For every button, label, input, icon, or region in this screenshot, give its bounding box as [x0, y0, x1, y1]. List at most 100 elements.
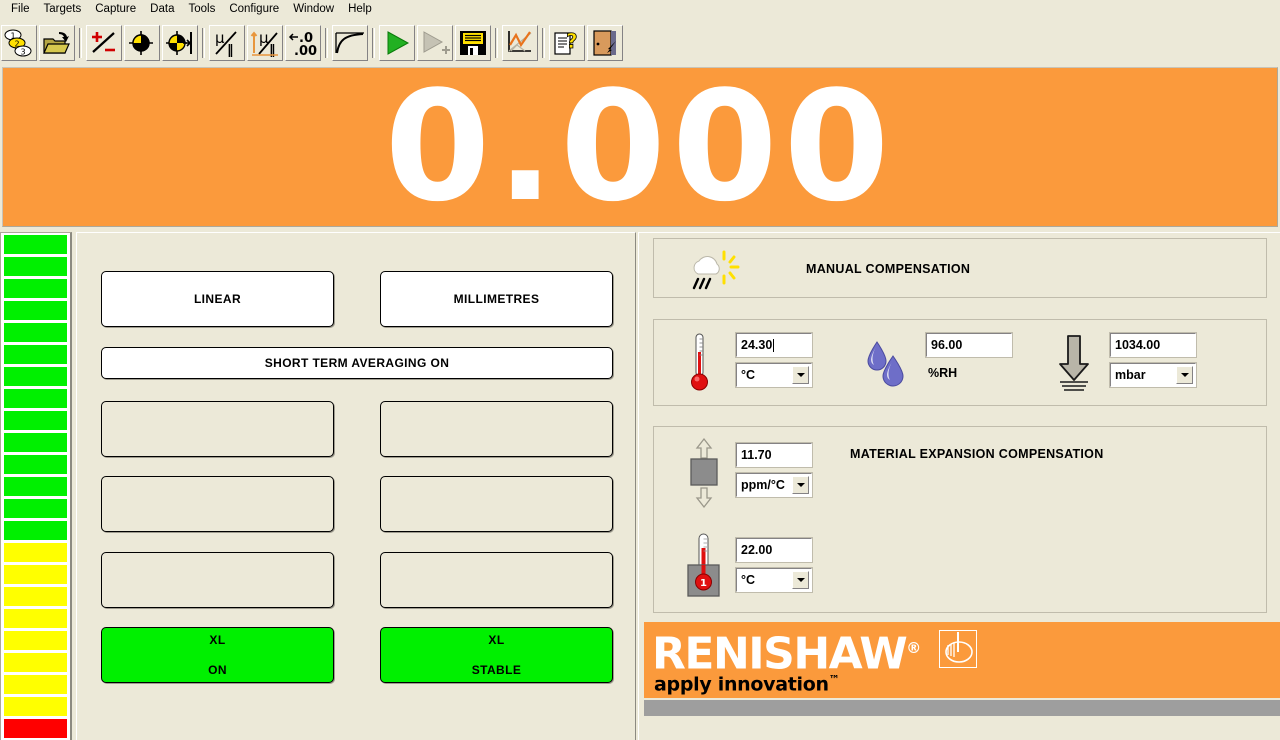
bargraph-segment-green-14 [4, 521, 67, 540]
xl-stability-line-2: STABLE [471, 663, 522, 677]
expansion-coefficient-input[interactable]: 11.70 [735, 442, 813, 468]
bargraph-segment-green-2 [4, 257, 67, 276]
text-caret [773, 338, 775, 352]
bargraph-segment-yellow-5 [4, 631, 67, 650]
registered-trademark-symbol: ® [906, 639, 922, 657]
blank-button-5[interactable] [101, 552, 334, 608]
floppy-save-icon [460, 30, 486, 55]
bargraph-segment-red-1 [4, 719, 67, 738]
blank-button-6[interactable] [380, 552, 613, 608]
bargraph-segment-green-8 [4, 389, 67, 408]
material-temperature-unit-select[interactable]: °C [735, 567, 813, 593]
pressure-unit-value: mbar [1115, 368, 1146, 382]
expansion-unit-value: ppm/°C [741, 478, 785, 492]
open-folder-icon [43, 31, 70, 54]
toolbar-sign[interactable] [86, 24, 122, 61]
chevron-down-icon[interactable] [792, 476, 809, 494]
bargraph-segment-yellow-4 [4, 609, 67, 628]
toolbar: 1 2 3 μ ‖ μ ‖ .0 .00 ? [0, 19, 1280, 66]
chevron-down-icon[interactable] [792, 366, 809, 384]
xl-power-status-button[interactable]: XL ON [101, 627, 334, 683]
humidity-drops-icon [867, 341, 904, 387]
toolbar-separator-1 [79, 27, 82, 58]
averaging-button[interactable]: SHORT TERM AVERAGING ON [101, 347, 613, 379]
material-temperature-value: 22.00 [741, 543, 773, 557]
renishaw-branding-band: RENISHAW® apply innovation™ [644, 622, 1280, 698]
menu-file[interactable]: File [4, 1, 37, 18]
blank-button-1[interactable] [101, 401, 334, 457]
toolbar-datum[interactable] [124, 24, 160, 61]
toolbar-targets[interactable]: 1 2 3 [1, 24, 37, 61]
tagline-text: apply innovation [654, 673, 829, 696]
pressure-arrow-icon [1059, 335, 1089, 391]
xl-stability-status-button[interactable]: XL STABLE [380, 627, 613, 683]
svg-text:1: 1 [700, 578, 707, 589]
xl-power-line-1: XL [209, 633, 226, 647]
measurement-mode-button[interactable]: LINEAR [101, 271, 334, 327]
toolbar-decimal-places[interactable]: .0 .00 [285, 24, 321, 61]
expansion-arrows-icon [690, 437, 718, 509]
svg-text:μ: μ [215, 29, 225, 47]
renishaw-symbol-icon [945, 632, 973, 663]
target-sequence-icon: 1 2 3 [4, 29, 32, 56]
status-bar [644, 700, 1280, 716]
bargraph-segment-yellow-7 [4, 675, 67, 694]
menu-tools[interactable]: Tools [181, 1, 222, 18]
bargraph-segment-green-3 [4, 279, 67, 298]
toolbar-exit[interactable] [587, 24, 623, 61]
material-thermometer-icon: 1 [687, 533, 720, 597]
bargraph-segment-yellow-6 [4, 653, 67, 672]
toolbar-datum-preset[interactable] [162, 24, 198, 61]
material-expansion-group: 11.70 ppm/°C MATERIAL EXPANSION COMPENSA… [653, 426, 1267, 613]
signal-strength-bargraph [0, 232, 72, 740]
menu-capture[interactable]: Capture [88, 1, 143, 18]
pressure-unit-select[interactable]: mbar [1109, 362, 1197, 388]
svg-text:3: 3 [20, 47, 25, 56]
bargraph-segment-green-9 [4, 411, 67, 430]
humidity-input[interactable]: 96.00 [925, 332, 1013, 358]
menu-targets[interactable]: Targets [37, 1, 89, 18]
units-button[interactable]: MILLIMETRES [380, 271, 613, 327]
trademark-symbol: ™ [828, 673, 840, 686]
toolbar-resolution-set[interactable]: μ ‖ [247, 24, 283, 61]
menu-help[interactable]: Help [341, 1, 379, 18]
temperature-unit-value: °C [741, 368, 756, 382]
bargraph-segment-green-13 [4, 499, 67, 518]
pressure-input[interactable]: 1034.00 [1109, 332, 1197, 358]
micron-icon: μ ‖ [215, 29, 237, 57]
toolbar-open[interactable] [39, 24, 75, 61]
menu-configure[interactable]: Configure [222, 1, 286, 18]
manual-compensation-header: MANUAL COMPENSATION [653, 238, 1267, 298]
bargraph-segment-yellow-3 [4, 587, 67, 606]
toolbar-run[interactable] [379, 24, 415, 61]
menu-window[interactable]: Window [286, 1, 341, 18]
temperature-input[interactable]: 24.30 [735, 332, 813, 358]
blank-button-2[interactable] [380, 401, 613, 457]
toolbar-resolution[interactable]: μ ‖ [209, 24, 245, 61]
temperature-unit-select[interactable]: °C [735, 362, 813, 388]
toolbar-graph[interactable] [502, 24, 538, 61]
datum-preset-icon [166, 30, 192, 55]
material-expansion-title: MATERIAL EXPANSION COMPENSATION [850, 447, 1104, 461]
material-temperature-input[interactable]: 22.00 [735, 537, 813, 563]
blank-button-4[interactable] [380, 476, 613, 532]
weather-icon [692, 250, 740, 290]
toolbar-help[interactable]: ? [549, 24, 585, 61]
blank-button-3[interactable] [101, 476, 334, 532]
chevron-down-icon[interactable] [1176, 366, 1193, 384]
toolbar-run-add[interactable] [417, 24, 453, 61]
bargraph-segment-green-1 [4, 235, 67, 254]
renishaw-tagline: apply innovation™ [654, 670, 840, 696]
temperature-value: 24.30 [741, 338, 773, 352]
chart-icon [508, 30, 532, 52]
toolbar-filter[interactable] [332, 24, 368, 61]
bargraph-segment-green-6 [4, 345, 67, 364]
bargraph-segment-green-12 [4, 477, 67, 496]
material-temperature-unit-value: °C [741, 573, 756, 587]
chevron-down-icon[interactable] [792, 571, 809, 589]
help-icon: ? [554, 29, 578, 55]
menu-data[interactable]: Data [143, 1, 181, 18]
expansion-unit-select[interactable]: ppm/°C [735, 472, 813, 498]
bargraph-segment-green-7 [4, 367, 67, 386]
toolbar-save[interactable] [455, 24, 491, 61]
